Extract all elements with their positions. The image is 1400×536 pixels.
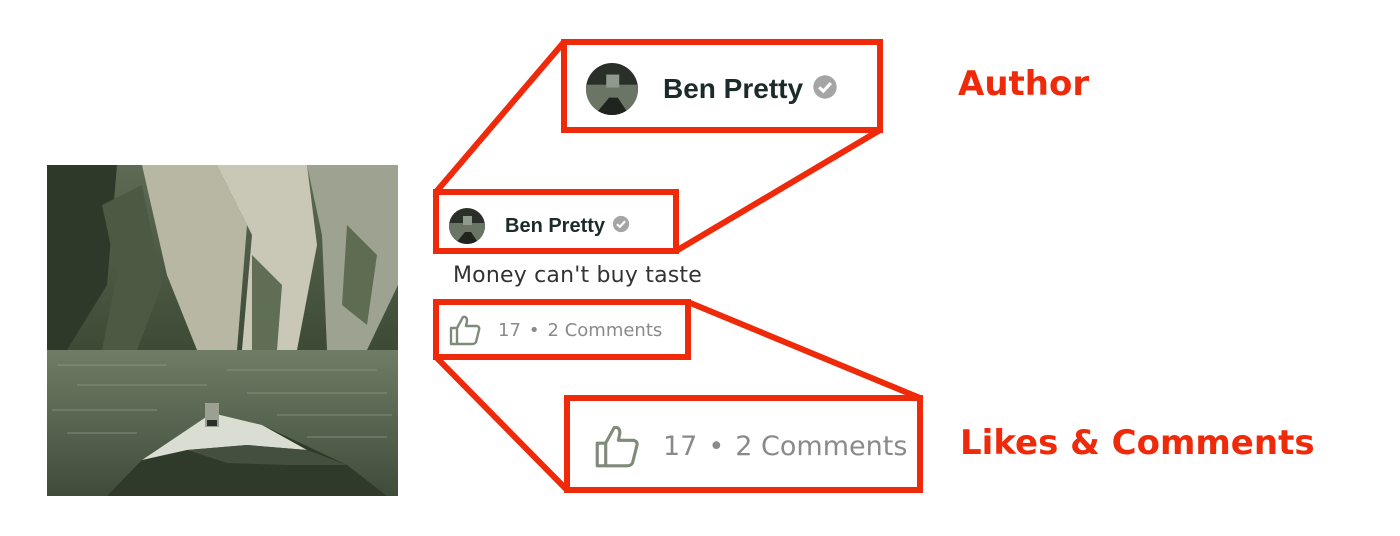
- post-stats: 17 • 2 Comments: [448, 313, 662, 347]
- likes-count-zoom: 17: [663, 430, 698, 462]
- likes-connector-right: [686, 299, 922, 401]
- author-name[interactable]: Ben Pretty: [505, 215, 605, 238]
- comments-link[interactable]: 2 Comments: [548, 320, 663, 341]
- post-caption: Money can't buy taste: [453, 263, 702, 288]
- author-name-zoom: Ben Pretty: [663, 73, 804, 104]
- verified-badge-icon: [812, 74, 838, 105]
- thumbs-up-icon[interactable]: [448, 314, 482, 346]
- author-connector-left: [433, 40, 567, 194]
- author-annotation-label: Author: [958, 64, 1090, 104]
- stats-separator: •: [528, 319, 540, 341]
- post-author[interactable]: Ben Pretty: [449, 203, 630, 249]
- author-avatar-zoom: [586, 63, 638, 115]
- comments-zoom: 2 Comments: [735, 430, 908, 462]
- stats-zoom: 17 • 2 Comments: [593, 418, 907, 474]
- author-zoom: Ben Pretty: [586, 60, 838, 118]
- verified-badge-icon: [612, 215, 630, 238]
- thumbs-up-icon: [593, 422, 641, 470]
- likes-annotation-label: Likes & Comments: [960, 423, 1315, 463]
- author-connector-right: [674, 127, 882, 254]
- author-avatar[interactable]: [449, 208, 485, 244]
- stats-separator-zoom: •: [708, 430, 725, 462]
- likes-connector-left: [433, 354, 570, 493]
- likes-count[interactable]: 17: [498, 320, 521, 341]
